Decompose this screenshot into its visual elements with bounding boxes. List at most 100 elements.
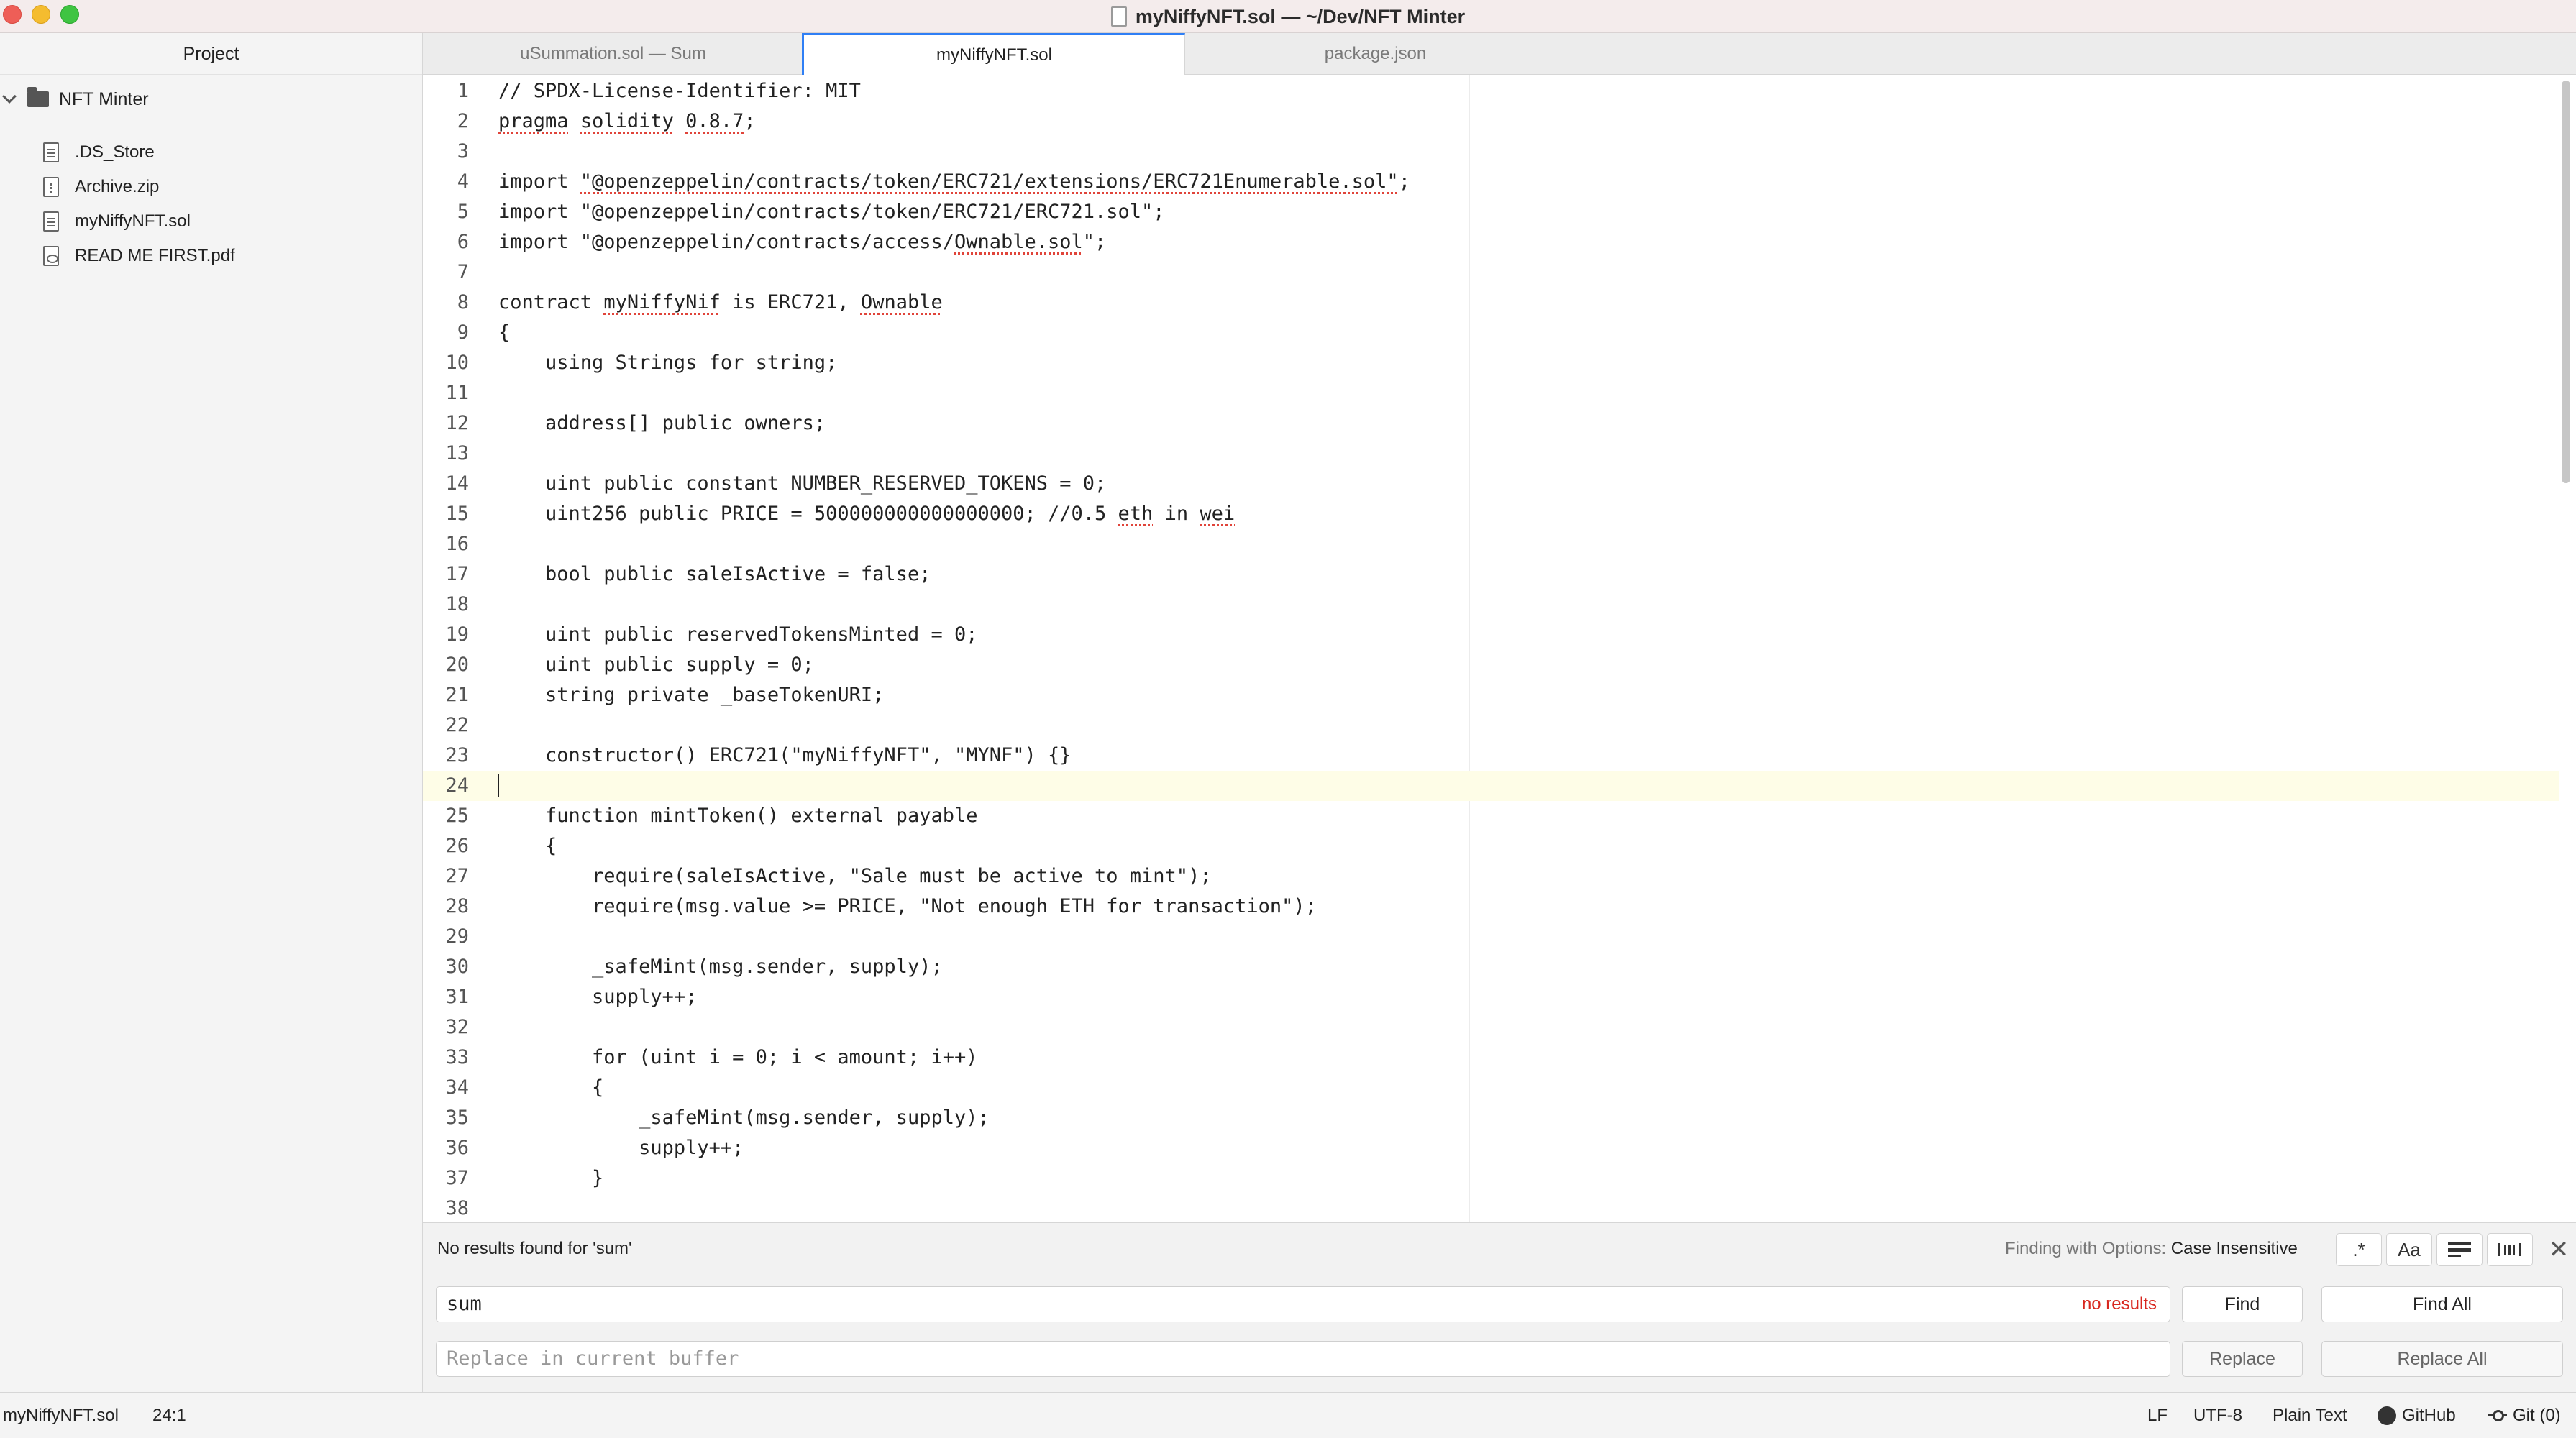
tab-package-json[interactable]: package.json	[1185, 33, 1566, 75]
status-git-label: Git (0)	[2513, 1406, 2561, 1425]
line-number: 8	[457, 291, 469, 313]
code-line[interactable]: 23 constructor() ERC721("myNiffyNFT", "M…	[423, 741, 2559, 771]
status-github[interactable]: GitHub	[2378, 1393, 2456, 1438]
code-line[interactable]: 27 require(saleIsActive, "Sale must be a…	[423, 861, 2559, 892]
line-number: 28	[445, 895, 469, 917]
status-cursor-position[interactable]: 24:1	[152, 1393, 186, 1438]
code-line[interactable]: 13	[423, 439, 2559, 469]
case-sensitive-toggle-button[interactable]: Aa	[2386, 1233, 2432, 1266]
line-number: 14	[445, 472, 469, 495]
line-number: 21	[445, 684, 469, 706]
replace-input[interactable]: Replace in current buffer	[436, 1341, 2170, 1377]
tab-usummation[interactable]: uSummation.sol — Sum	[423, 33, 804, 75]
code-line-text: uint256 public PRICE = 50000000000000000…	[498, 503, 1236, 525]
code-line[interactable]: 36 supply++;	[423, 1133, 2559, 1163]
code-line[interactable]: 33 for (uint i = 0; i < amount; i++)	[423, 1043, 2559, 1073]
code-line-text: }	[498, 1167, 604, 1189]
project-panel-header[interactable]: Project	[0, 33, 422, 75]
find-options-label: Finding with Options:	[2005, 1239, 2167, 1258]
code-line[interactable]: 2 pragma solidity 0.8.7;	[423, 106, 2559, 137]
status-file-name[interactable]: myNiffyNFT.sol	[3, 1393, 119, 1438]
code-line-text: using Strings for string;	[498, 352, 838, 374]
code-line-text: uint public reservedTokensMinted = 0;	[498, 623, 978, 646]
in-selection-toggle-button[interactable]	[2436, 1233, 2483, 1266]
code-line[interactable]: 32	[423, 1012, 2559, 1043]
code-line[interactable]: 4 import "@openzeppelin/contracts/token/E…	[423, 167, 2559, 197]
tree-file-ds-store[interactable]: .DS_Store	[43, 135, 155, 170]
code-line[interactable]: 30 _safeMint(msg.sender, supply);	[423, 952, 2559, 982]
text-caret	[498, 774, 499, 797]
find-all-button[interactable]: Find All	[2321, 1286, 2563, 1322]
tab-mynifynft[interactable]: myNiffyNFT.sol	[802, 33, 1185, 75]
folder-icon	[27, 87, 49, 107]
code-line[interactable]: 38	[423, 1194, 2559, 1222]
status-encoding[interactable]: UTF-8	[2193, 1393, 2242, 1438]
code-line[interactable]: 22	[423, 710, 2559, 741]
code-line[interactable]: 1 // SPDX-License-Identifier: MIT	[423, 76, 2559, 106]
no-results-badge: no results	[2081, 1294, 2157, 1314]
code-line[interactable]: 25 function mintToken() external payable	[423, 801, 2559, 831]
code-line[interactable]: 10 using Strings for string;	[423, 348, 2559, 378]
line-number: 25	[445, 805, 469, 827]
code-line[interactable]: 17 bool public saleIsActive = false;	[423, 559, 2559, 590]
find-button[interactable]: Find	[2182, 1286, 2303, 1322]
code-line[interactable]: 34 {	[423, 1073, 2559, 1103]
line-number: 26	[445, 835, 469, 857]
code-line[interactable]: 35 _safeMint(msg.sender, supply);	[423, 1103, 2559, 1133]
tree-root-folder[interactable]: NFT Minter	[0, 82, 149, 116]
status-git[interactable]: Git (0)	[2488, 1393, 2561, 1438]
code-line[interactable]: 21 string private _baseTokenURI;	[423, 680, 2559, 710]
editor-window: myNiffyNFT.sol — ~/Dev/NFT Minter Projec…	[0, 0, 2576, 1438]
tree-file-label: Archive.zip	[75, 177, 160, 196]
line-number: 9	[457, 321, 469, 344]
code-line[interactable]: 20 uint public supply = 0;	[423, 650, 2559, 680]
line-number: 20	[445, 654, 469, 676]
code-line[interactable]: 15 uint256 public PRICE = 50000000000000…	[423, 499, 2559, 529]
code-line-text: require(msg.value >= PRICE, "Not enough …	[498, 895, 1317, 917]
file-icon	[43, 142, 59, 162]
code-line[interactable]: 37 }	[423, 1163, 2559, 1194]
line-number: 19	[445, 623, 469, 646]
code-line[interactable]: 7	[423, 257, 2559, 288]
line-number: 15	[445, 503, 469, 525]
code-line[interactable]: 11	[423, 378, 2559, 408]
code-line[interactable]: 18	[423, 590, 2559, 620]
code-line[interactable]: 29	[423, 922, 2559, 952]
code-line[interactable]: 31 supply++;	[423, 982, 2559, 1012]
chevron-down-icon[interactable]	[2, 89, 17, 104]
code-line[interactable]: 16	[423, 529, 2559, 559]
code-line[interactable]: 3	[423, 137, 2559, 167]
replace-all-button[interactable]: Replace All	[2321, 1341, 2563, 1377]
status-line-ending[interactable]: LF	[2147, 1393, 2168, 1438]
status-bar: myNiffyNFT.sol 24:1 LF UTF-8 Plain Text …	[0, 1392, 2576, 1438]
regex-toggle-button[interactable]: .*	[2336, 1233, 2382, 1266]
code-line-text: _safeMint(msg.sender, supply);	[498, 956, 943, 978]
code-line[interactable]: 26 {	[423, 831, 2559, 861]
code-line[interactable]: 24	[423, 771, 2559, 801]
vertical-scrollbar[interactable]	[2562, 81, 2570, 483]
code-line[interactable]: 19 uint public reservedTokensMinted = 0;	[423, 620, 2559, 650]
replace-button[interactable]: Replace	[2182, 1341, 2303, 1377]
tree-file-readme-pdf[interactable]: READ ME FIRST.pdf	[43, 239, 235, 273]
line-number: 37	[445, 1167, 469, 1189]
code-line[interactable]: 5 import "@openzeppelin/contracts/token/E…	[423, 197, 2559, 227]
tree-file-archive-zip[interactable]: Archive.zip	[43, 170, 159, 204]
find-input[interactable]: sum no results	[436, 1286, 2170, 1322]
line-number: 17	[445, 563, 469, 585]
whole-word-toggle-button[interactable]	[2487, 1233, 2533, 1266]
code-line[interactable]: 6 import "@openzeppelin/contracts/access/…	[423, 227, 2559, 257]
tab-bar: uSummation.sol — Sum myNiffyNFT.sol pack…	[423, 33, 2576, 75]
code-line[interactable]: 8 contract myNiffyNif is ERC721, Ownable	[423, 288, 2559, 318]
code-line[interactable]: 12 address[] public owners;	[423, 408, 2559, 439]
close-find-panel-icon[interactable]: ✕	[2544, 1233, 2573, 1266]
code-line-text: import "@openzeppelin/contracts/token/ER…	[498, 201, 1165, 223]
tree-file-mynifynft-sol[interactable]: myNiffyNFT.sol	[43, 204, 191, 239]
code-line-text: constructor() ERC721("myNiffyNFT", "MYNF…	[498, 744, 1072, 766]
code-editor[interactable]: 1 // SPDX-License-Identifier: MIT 2 pragma …	[423, 75, 2576, 1222]
code-line[interactable]: 14 uint public constant NUMBER_RESERVED_…	[423, 469, 2559, 499]
status-grammar[interactable]: Plain Text	[2273, 1393, 2347, 1438]
find-result-message: No results found for 'sum'	[437, 1239, 632, 1258]
code-line[interactable]: 28 require(msg.value >= PRICE, "Not enou…	[423, 892, 2559, 922]
code-line[interactable]: 9{	[423, 318, 2559, 348]
window-title-wrap: myNiffyNFT.sol — ~/Dev/NFT Minter	[0, 0, 2576, 33]
